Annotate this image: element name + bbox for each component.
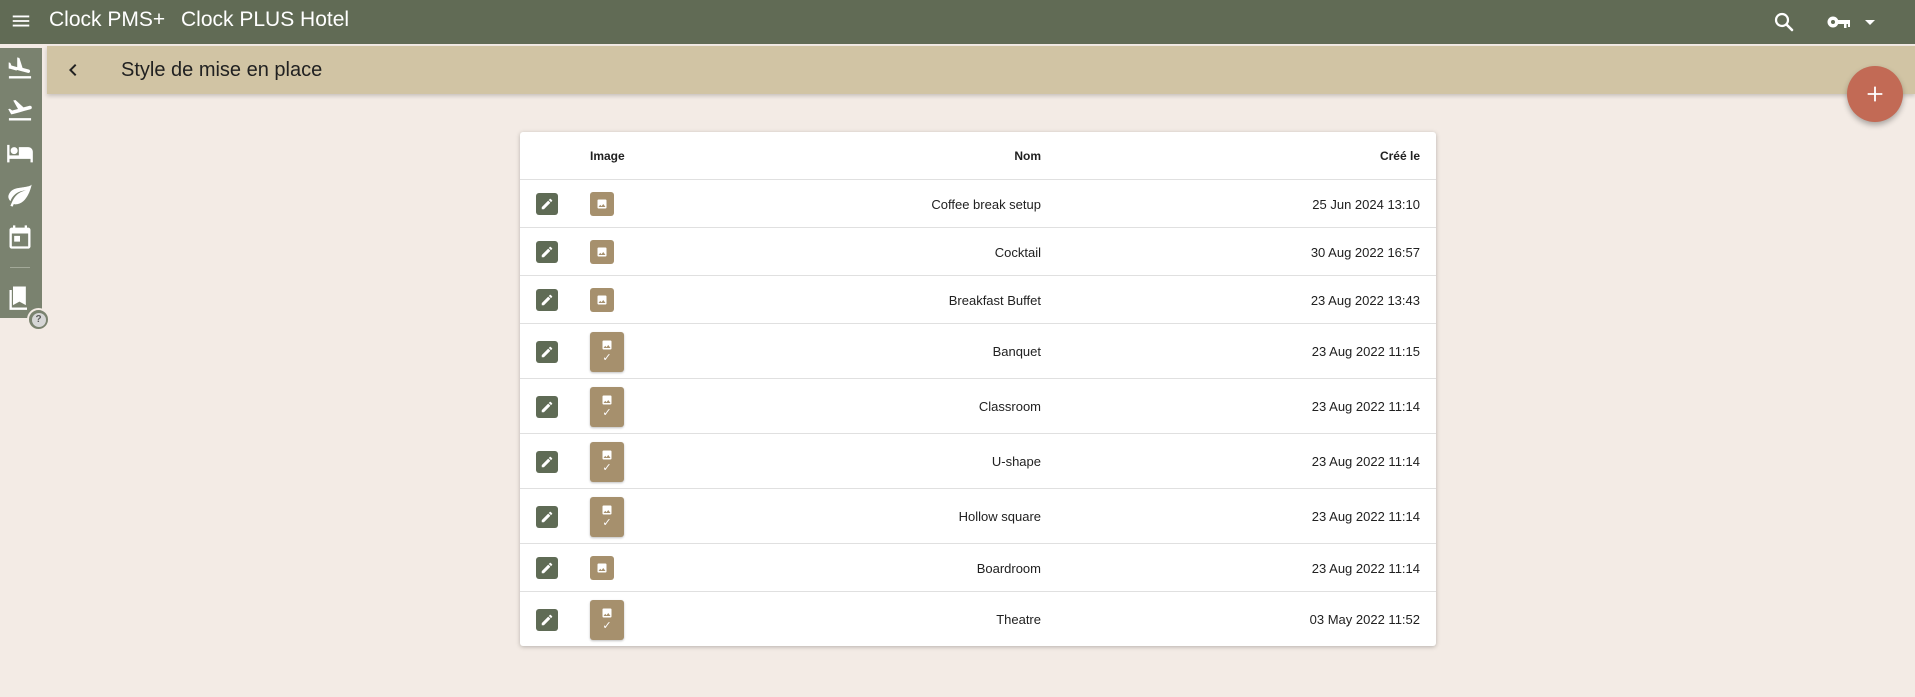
cell-cree-le: 23 Aug 2022 11:14 bbox=[1311, 509, 1420, 524]
table-row: Cocktail 30 Aug 2022 16:57 bbox=[520, 228, 1436, 276]
edit-button[interactable] bbox=[536, 340, 558, 363]
pencil-icon bbox=[541, 614, 553, 625]
pencil-icon bbox=[541, 456, 553, 467]
edit-button[interactable] bbox=[536, 608, 558, 631]
image-thumbnail[interactable]: ✓ bbox=[590, 386, 624, 427]
top-app-bar: Clock PMS+ Clock PLUS Hotel bbox=[0, 0, 1915, 44]
image-icon bbox=[597, 199, 607, 209]
cell-nom: Theatre bbox=[996, 612, 1041, 627]
page-title: Style de mise en place bbox=[121, 59, 323, 81]
table-header: Image Nom Créé le bbox=[520, 132, 1436, 180]
cell-nom: Cocktail bbox=[994, 244, 1041, 260]
pencil-icon bbox=[541, 294, 553, 306]
image-thumbnail[interactable]: ✓ bbox=[590, 441, 624, 482]
leaf-icon[interactable] bbox=[6, 181, 34, 209]
column-header-nom[interactable]: Nom bbox=[1014, 149, 1041, 163]
cell-cree-le: 23 Aug 2022 11:14 bbox=[1311, 454, 1420, 469]
help-icon: ? bbox=[31, 312, 46, 327]
image-icon bbox=[602, 450, 612, 460]
column-header-cree-le[interactable]: Créé le bbox=[1380, 149, 1420, 163]
search-icon[interactable] bbox=[1772, 10, 1796, 34]
cell-cree-le: 23 Aug 2022 11:15 bbox=[1311, 344, 1420, 359]
edit-button[interactable] bbox=[536, 450, 558, 473]
cell-cree-le: 25 Jun 2024 13:10 bbox=[1312, 196, 1420, 212]
image-icon bbox=[602, 395, 612, 405]
cell-nom: Classroom bbox=[978, 399, 1041, 414]
cell-cree-le: 23 Aug 2022 11:14 bbox=[1311, 399, 1420, 414]
navigation-rail bbox=[0, 48, 42, 318]
cell-nom: U-shape bbox=[991, 454, 1041, 469]
image-thumbnail[interactable]: ✓ bbox=[590, 496, 624, 537]
caret-down-icon[interactable] bbox=[1862, 14, 1878, 30]
table-row: ✓ Theatre 03 May 2022 11:52 bbox=[520, 592, 1436, 646]
table-row: Coffee break setup 25 Jun 2024 13:10 bbox=[520, 180, 1436, 228]
check-icon: ✓ bbox=[602, 352, 612, 364]
cell-cree-le: 23 Aug 2022 13:43 bbox=[1310, 292, 1420, 308]
table-row: ✓ Banquet 23 Aug 2022 11:15 bbox=[520, 324, 1436, 379]
cell-cree-le: 23 Aug 2022 11:14 bbox=[1311, 560, 1420, 576]
image-thumbnail[interactable] bbox=[590, 288, 614, 312]
check-icon: ✓ bbox=[602, 407, 612, 419]
books-icon[interactable] bbox=[6, 283, 34, 311]
cell-cree-le: 03 May 2022 11:52 bbox=[1309, 612, 1420, 627]
pencil-icon bbox=[541, 511, 553, 522]
rooms-icon[interactable] bbox=[6, 139, 34, 167]
key-icon[interactable] bbox=[1826, 11, 1852, 33]
add-button[interactable] bbox=[1847, 66, 1903, 122]
plus-icon bbox=[1867, 86, 1883, 102]
image-icon bbox=[602, 608, 612, 618]
edit-button[interactable] bbox=[536, 557, 558, 579]
app-name[interactable]: Clock PMS+ bbox=[49, 8, 165, 32]
image-thumbnail[interactable] bbox=[590, 240, 614, 264]
pencil-icon bbox=[541, 346, 553, 357]
edit-button[interactable] bbox=[536, 395, 558, 418]
departures-icon[interactable] bbox=[6, 96, 34, 124]
chevron-left-icon[interactable] bbox=[61, 58, 85, 82]
cell-nom: Hollow square bbox=[958, 509, 1041, 524]
image-icon bbox=[597, 563, 607, 573]
menu-icon[interactable] bbox=[10, 10, 32, 32]
cell-nom: Coffee break setup bbox=[931, 196, 1041, 212]
table-row: Boardroom 23 Aug 2022 11:14 bbox=[520, 544, 1436, 592]
image-thumbnail[interactable] bbox=[590, 556, 614, 580]
edit-button[interactable] bbox=[536, 193, 558, 215]
table-row: ✓ Hollow square 23 Aug 2022 11:14 bbox=[520, 489, 1436, 544]
image-icon bbox=[602, 505, 612, 515]
cell-nom: Boardroom bbox=[976, 560, 1041, 576]
check-icon: ✓ bbox=[602, 620, 612, 632]
image-thumbnail[interactable]: ✓ bbox=[590, 599, 624, 640]
arrivals-icon[interactable] bbox=[6, 54, 34, 82]
table-row: ✓ Classroom 23 Aug 2022 11:14 bbox=[520, 379, 1436, 434]
setup-styles-table: Image Nom Créé le Coffee break setup 25 J… bbox=[520, 132, 1436, 646]
check-icon: ✓ bbox=[602, 462, 612, 474]
image-icon bbox=[597, 247, 607, 257]
image-icon bbox=[602, 340, 612, 350]
edit-button[interactable] bbox=[536, 289, 558, 311]
rail-divider bbox=[10, 267, 30, 268]
image-thumbnail[interactable] bbox=[590, 192, 614, 216]
hotel-name[interactable]: Clock PLUS Hotel bbox=[181, 8, 349, 32]
help-button[interactable]: ? bbox=[27, 308, 50, 331]
cell-cree-le: 30 Aug 2022 16:57 bbox=[1310, 244, 1420, 260]
calendar-icon[interactable] bbox=[6, 223, 34, 251]
table-row: Breakfast Buffet 23 Aug 2022 13:43 bbox=[520, 276, 1436, 324]
cell-nom: Breakfast Buffet bbox=[948, 292, 1041, 308]
pencil-icon bbox=[541, 401, 553, 412]
image-thumbnail[interactable]: ✓ bbox=[590, 331, 624, 372]
table-row: ✓ U-shape 23 Aug 2022 11:14 bbox=[520, 434, 1436, 489]
check-icon: ✓ bbox=[602, 517, 612, 529]
pencil-icon bbox=[541, 246, 553, 258]
pencil-icon bbox=[541, 198, 553, 210]
edit-button[interactable] bbox=[536, 505, 558, 528]
column-header-image[interactable]: Image bbox=[590, 149, 625, 163]
pencil-icon bbox=[541, 562, 553, 574]
cell-nom: Banquet bbox=[992, 344, 1041, 359]
image-icon bbox=[597, 295, 607, 305]
page-header: Style de mise en place bbox=[47, 46, 1915, 94]
edit-button[interactable] bbox=[536, 241, 558, 263]
